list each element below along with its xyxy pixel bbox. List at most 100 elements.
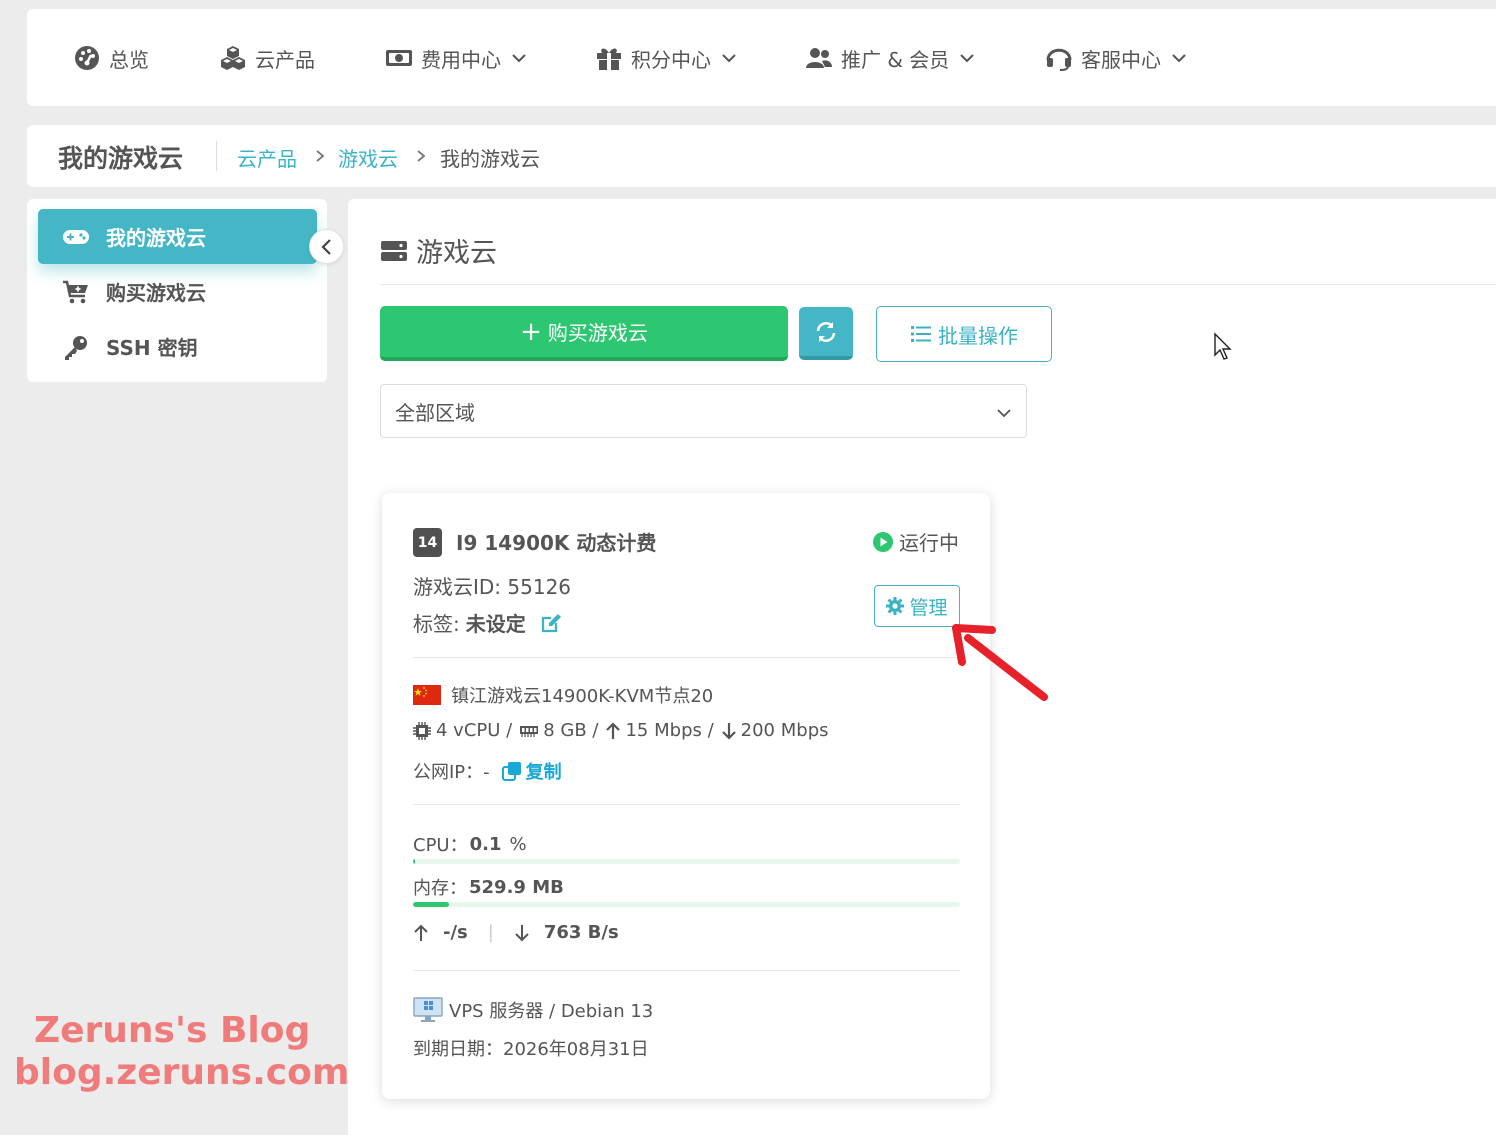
tag-value: 未设定 bbox=[465, 612, 526, 636]
play-circle-icon bbox=[873, 531, 893, 552]
nav-item-cloud-products[interactable]: 云产品 bbox=[219, 41, 315, 75]
memory-usage-value: 529.9 MB bbox=[469, 876, 564, 898]
os-row: VPS 服务器 / Debian 13 bbox=[413, 997, 653, 1023]
arrow-up-icon bbox=[414, 924, 428, 941]
section-title: 游戏云 bbox=[380, 231, 497, 270]
chevron-right-icon bbox=[316, 150, 325, 162]
gift-icon bbox=[597, 48, 621, 70]
sidebar-item-label: SSH 密钥 bbox=[106, 336, 198, 360]
chevron-down-icon bbox=[960, 54, 975, 63]
chevron-down-icon bbox=[1172, 54, 1186, 63]
section-title-text: 游戏云 bbox=[416, 238, 497, 269]
cpu-usage-bar bbox=[413, 859, 960, 864]
nav-item-label: 费用中心 bbox=[421, 47, 501, 72]
network-traffic: -/s | 763 B/s bbox=[413, 922, 619, 943]
spec-row: 4 vCPU / 8 GB / 15 Mbps / 200 Mbps bbox=[413, 720, 829, 741]
cpu-usage-unit: % bbox=[509, 833, 527, 855]
edit-icon[interactable] bbox=[540, 612, 562, 634]
memory-usage-bar-fill bbox=[413, 902, 449, 907]
annotation-arrow-icon bbox=[952, 624, 1048, 701]
nav-item-label: 积分中心 bbox=[631, 47, 711, 72]
cpu-usage-value: 0.1 bbox=[469, 833, 502, 855]
plus-icon: + bbox=[520, 316, 542, 347]
separator: | bbox=[487, 922, 494, 943]
watermark: Zeruns's Blog blog.zeruns.com bbox=[14, 1010, 349, 1094]
chevron-down-icon bbox=[997, 409, 1011, 418]
nav-item-support[interactable]: 客服中心 bbox=[1045, 41, 1187, 75]
cubes-icon bbox=[221, 46, 245, 70]
copy-label: 复制 bbox=[525, 762, 562, 783]
mouse-cursor-icon bbox=[1214, 332, 1232, 360]
batch-button-label: 批量操作 bbox=[938, 323, 1018, 348]
region-select[interactable]: 全部区域 bbox=[380, 384, 1027, 438]
chevron-left-icon bbox=[320, 238, 331, 255]
status-text: 运行中 bbox=[899, 531, 959, 555]
divider bbox=[413, 657, 960, 658]
instance-name: I9 14900K 动态计费 bbox=[456, 531, 657, 555]
cart-icon bbox=[63, 280, 88, 303]
os-info: VPS 服务器 / Debian 13 bbox=[449, 1001, 654, 1022]
server-icon bbox=[381, 240, 407, 261]
buy-button-label: 购买游戏云 bbox=[547, 321, 648, 345]
sidebar-collapse-button[interactable] bbox=[309, 229, 344, 264]
list-icon bbox=[911, 326, 931, 342]
nav-item-points[interactable]: 积分中心 bbox=[595, 41, 737, 75]
watermark-line-2: blog.zeruns.com bbox=[14, 1052, 350, 1093]
cpu-usage: CPU： 0.1 % bbox=[413, 831, 527, 857]
instance-id: 游戏云ID: 55126 bbox=[413, 575, 572, 599]
status-badge: 运行中 bbox=[873, 527, 959, 556]
breadcrumb-link-game-cloud[interactable]: 游戏云 bbox=[338, 143, 398, 172]
sidebar: 我的游戏云 购买游戏云 SSH 密钥 bbox=[27, 199, 327, 382]
divider bbox=[216, 141, 217, 171]
nav-item-overview[interactable]: 总览 bbox=[73, 41, 149, 75]
china-flag-icon bbox=[413, 685, 441, 705]
monitor-icon bbox=[413, 997, 443, 1022]
nav-item-billing[interactable]: 费用中心 bbox=[385, 41, 527, 75]
memory-usage: 内存： 529.9 MB bbox=[413, 874, 564, 900]
arrow-down-icon bbox=[515, 924, 529, 941]
users-icon bbox=[806, 48, 832, 68]
sidebar-item-my-game-cloud[interactable]: 我的游戏云 bbox=[38, 209, 317, 264]
memory-icon bbox=[520, 725, 539, 737]
gamepad-icon bbox=[63, 229, 89, 244]
top-nav: 总览 云产品 费用中心 积分中心 推广 & 会员 客服中心 bbox=[27, 9, 1496, 106]
batch-operation-button[interactable]: 批量操作 bbox=[876, 306, 1052, 362]
expiry-date: 到期日期：2026年08月31日 bbox=[413, 1039, 649, 1060]
nav-item-label: 总览 bbox=[109, 47, 149, 72]
chevron-down-icon bbox=[722, 54, 736, 63]
public-ip: 公网IP：- bbox=[413, 762, 490, 783]
node-name: 镇江游戏云14900K-KVM节点20 bbox=[451, 686, 714, 707]
gear-icon bbox=[886, 597, 905, 615]
cpu-usage-bar-fill bbox=[413, 859, 416, 864]
arrow-up-icon bbox=[606, 721, 621, 739]
sidebar-item-buy-game-cloud[interactable]: 购买游戏云 bbox=[38, 264, 317, 319]
chevron-down-icon bbox=[512, 54, 526, 63]
dashboard-icon bbox=[75, 46, 99, 70]
network-download: 763 B/s bbox=[543, 922, 619, 943]
manage-button-label: 管理 bbox=[909, 596, 948, 619]
cpu-icon bbox=[413, 721, 431, 740]
divider bbox=[413, 970, 960, 971]
headset-icon bbox=[1046, 48, 1072, 71]
money-icon bbox=[386, 50, 412, 66]
refresh-button[interactable] bbox=[799, 307, 853, 360]
divider bbox=[380, 284, 1496, 285]
ram-spec: 8 GB / bbox=[543, 720, 599, 741]
refresh-icon bbox=[816, 321, 836, 342]
nav-item-promotion-membership[interactable]: 推广 & 会员 bbox=[805, 41, 975, 75]
breadcrumb-bar: 我的游戏云 云产品 游戏云 我的游戏云 bbox=[27, 125, 1496, 187]
memory-usage-bar bbox=[413, 902, 960, 907]
cpu-spec: 4 vCPU / bbox=[436, 720, 513, 741]
sidebar-item-ssh-keys[interactable]: SSH 密钥 bbox=[38, 319, 317, 374]
breadcrumb-current: 我的游戏云 bbox=[440, 147, 540, 171]
breadcrumb-link-cloud-products[interactable]: 云产品 bbox=[237, 143, 297, 172]
node-row: 镇江游戏云14900K-KVM节点20 bbox=[413, 682, 713, 708]
divider bbox=[413, 804, 960, 805]
page-title: 我的游戏云 bbox=[58, 144, 184, 173]
copy-ip-button[interactable]: 复制 bbox=[501, 758, 562, 784]
download-bandwidth: 200 Mbps bbox=[740, 720, 829, 741]
buy-game-cloud-button[interactable]: + 购买游戏云 bbox=[380, 306, 788, 361]
copy-icon bbox=[501, 762, 521, 781]
memory-usage-label: 内存： bbox=[413, 878, 467, 899]
nav-item-label: 客服中心 bbox=[1081, 47, 1161, 72]
